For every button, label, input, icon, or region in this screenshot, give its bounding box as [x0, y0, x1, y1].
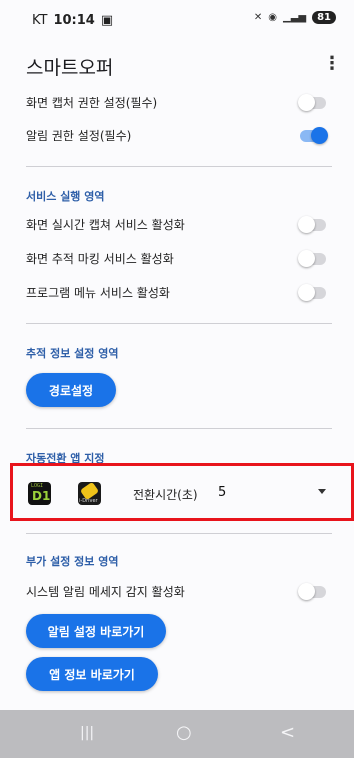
signal-icon: ▁▃▅ — [283, 12, 307, 23]
perm-notification-label: 알림 권한 설정(필수) — [26, 128, 132, 143]
perm-capture-toggle[interactable] — [298, 94, 326, 111]
toggle-knob — [298, 94, 315, 111]
perm-notification-toggle[interactable] — [300, 127, 328, 144]
service-row-capture[interactable]: 화면 실시간 캡쳐 서비스 활성화 — [26, 212, 332, 236]
app-info-button[interactable]: 앱 정보 바로가기 — [26, 657, 158, 691]
mute-icon: ✕ — [253, 12, 263, 23]
service-capture-toggle[interactable] — [298, 216, 326, 233]
app-screen: KT 10:14 ▣ ✕ ◉ ▁▃▅ 81 스마트오퍼 ⋮ 화면 캡처 권한 설… — [0, 0, 354, 758]
recents-icon[interactable]: ||| — [80, 725, 94, 741]
service-capture-label: 화면 실시간 캡쳐 서비스 활성화 — [26, 217, 185, 232]
perm-row-capture[interactable]: 화면 캡처 권한 설정(필수) — [26, 90, 332, 114]
extra-row-system-alert[interactable]: 시스템 알림 메세지 감지 활성화 — [26, 579, 332, 603]
divider — [26, 166, 332, 167]
d1-app-icon[interactable]: LOGI D1 — [28, 482, 51, 505]
home-icon[interactable]: ○ — [176, 722, 192, 743]
toggle-knob — [298, 250, 315, 267]
service-marking-label: 화면 추적 마킹 서비스 활성화 — [26, 251, 174, 266]
switch-time-label: 전환시간(초) — [133, 488, 198, 502]
page-title: 스마트오퍼 — [26, 57, 114, 79]
idriver-app-icon[interactable]: i-Driver — [78, 482, 101, 505]
back-icon[interactable]: < — [280, 722, 295, 743]
service-menu-toggle[interactable] — [298, 284, 326, 301]
service-row-marking[interactable]: 화면 추적 마킹 서비스 활성화 — [26, 246, 332, 270]
toggle-knob — [298, 216, 315, 233]
service-heading: 서비스 실행 영역 — [26, 190, 105, 203]
more-options-icon[interactable]: ⋮ — [322, 52, 342, 74]
system-alert-label: 시스템 알림 메세지 감지 활성화 — [26, 584, 185, 599]
navigation-bar: ||| ○ < — [0, 710, 354, 758]
notification-settings-button[interactable]: 알림 설정 바로가기 — [26, 614, 166, 648]
wifi-icon: ◉ — [268, 12, 277, 23]
status-left: KT 10:14 ▣ — [32, 13, 113, 28]
carrier: KT — [32, 13, 48, 28]
divider — [26, 533, 332, 534]
toggle-knob — [298, 583, 315, 600]
route-settings-button[interactable]: 경로설정 — [26, 373, 116, 407]
d1-icon-letter: D1 — [32, 489, 51, 503]
service-row-menu[interactable]: 프로그램 메뉴 서비스 활성화 — [26, 280, 332, 304]
divider — [26, 323, 332, 324]
service-marking-toggle[interactable] — [298, 250, 326, 267]
screenshot-icon: ▣ — [100, 13, 114, 28]
clock: 10:14 — [53, 13, 95, 28]
battery-badge: 81 — [312, 11, 336, 24]
toggle-knob — [311, 127, 328, 144]
service-menu-label: 프로그램 메뉴 서비스 활성화 — [26, 285, 170, 300]
divider — [26, 428, 332, 429]
tracking-heading: 추적 정보 설정 영역 — [26, 347, 119, 360]
perm-row-notification[interactable]: 알림 권한 설정(필수) — [26, 123, 332, 147]
toggle-knob — [298, 284, 315, 301]
status-bar: KT 10:14 ▣ ✕ ◉ ▁▃▅ 81 — [0, 0, 354, 36]
system-alert-toggle[interactable] — [298, 583, 326, 600]
chevron-down-icon[interactable] — [318, 489, 326, 494]
status-right: ✕ ◉ ▁▃▅ 81 — [254, 11, 336, 24]
perm-capture-label: 화면 캡처 권한 설정(필수) — [26, 95, 158, 110]
extra-heading: 부가 설정 정보 영역 — [26, 555, 119, 568]
switch-time-value[interactable]: 5 — [218, 485, 226, 500]
idriver-icon-mark: i-Driver — [79, 498, 98, 504]
